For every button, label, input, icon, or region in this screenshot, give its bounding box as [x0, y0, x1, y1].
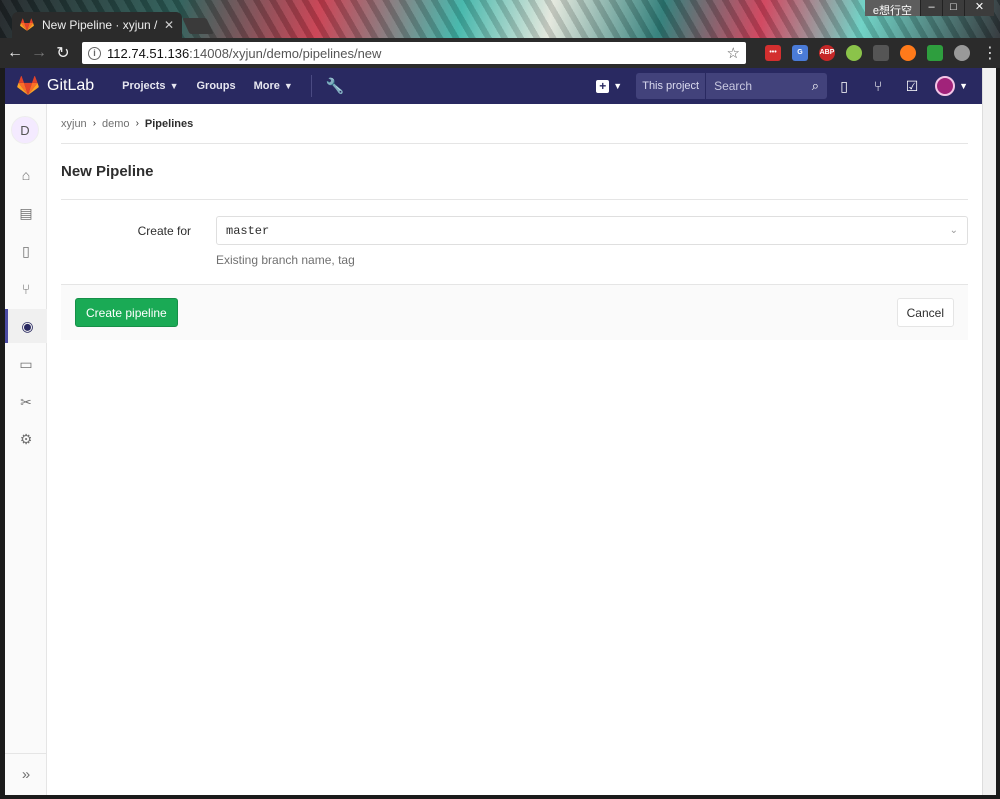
breadcrumb: xyjun › demo › Pipelines	[61, 104, 968, 144]
issues-icon: ▯	[22, 242, 30, 259]
breadcrumb-item-project[interactable]: demo	[102, 118, 130, 130]
chevron-right-icon: ›	[92, 118, 97, 129]
forward-arrow-icon[interactable]: →	[28, 42, 50, 64]
sidebar-item-repository[interactable]: ▤	[5, 196, 47, 230]
gitlab-home-link[interactable]: GitLab	[17, 76, 94, 96]
extension-download-icon[interactable]	[927, 45, 943, 61]
search-icon[interactable]: ⌕	[812, 78, 819, 94]
double-chevron-right-icon: »	[21, 766, 31, 783]
search-input[interactable]	[714, 79, 805, 93]
page-body: D ⌂ ▤ ▯ ⑂ ◉ ▭ ✂ ⚙ » xyjun › demo › Pipel…	[5, 104, 982, 795]
gitlab-favicon-icon	[20, 18, 34, 31]
bookmark-star-icon[interactable]: ☆	[727, 44, 740, 62]
url-host: 112.74.51.136	[107, 45, 190, 61]
url-path: :14008/xyjun/demo/pipelines/new	[189, 45, 382, 61]
project-avatar[interactable]: D	[11, 116, 39, 144]
home-icon: ⌂	[21, 167, 31, 183]
plus-icon: +	[596, 79, 610, 93]
rocket-icon: ◉	[21, 317, 34, 334]
nav-more[interactable]: More ▼	[254, 80, 293, 92]
maximize-icon[interactable]: □	[942, 0, 964, 16]
extension-translate-icon[interactable]: G	[792, 45, 808, 61]
sidebar-item-settings[interactable]: ⚙	[5, 422, 47, 456]
extension-green-circle-icon[interactable]	[846, 45, 862, 61]
sidebar-collapse-button[interactable]: »	[5, 753, 47, 795]
chevron-down-icon: ▼	[613, 81, 623, 91]
create-for-label: Create for	[137, 224, 191, 238]
sidebar-item-overview[interactable]: ⌂	[5, 158, 47, 192]
window-close-icon[interactable]: ✕	[964, 0, 994, 16]
scissors-icon: ✂	[20, 393, 32, 410]
user-avatar[interactable]	[935, 76, 956, 96]
tab-close-icon[interactable]: ✕	[164, 18, 174, 32]
ref-selected-value: master	[226, 223, 270, 238]
chevron-right-icon: ›	[135, 118, 139, 129]
create-pipeline-button[interactable]: Create pipeline	[75, 298, 178, 327]
new-dropdown-button[interactable]: + ▼	[596, 79, 626, 93]
sidebar-item-merge-requests[interactable]: ⑂	[5, 272, 47, 306]
ref-dropdown[interactable]: master ⌄	[216, 216, 968, 245]
extension-glasses-icon[interactable]	[873, 45, 889, 61]
project-sidebar: D ⌂ ▤ ▯ ⑂ ◉ ▭ ✂ ⚙ »	[5, 104, 47, 795]
merge-request-icon: ⑂	[21, 281, 31, 297]
extensions-bar: ••• G ABP	[754, 45, 970, 61]
search-box[interactable]: ⌕	[705, 73, 828, 99]
gear-icon: ⚙	[19, 430, 33, 447]
extension-dots-icon[interactable]: •••	[765, 45, 781, 61]
sidebar-item-snippets[interactable]: ✂	[5, 385, 47, 419]
extension-orange-icon[interactable]	[900, 45, 916, 61]
reload-icon[interactable]: ↻	[52, 42, 74, 64]
merge-requests-icon[interactable]: ⑂	[861, 78, 895, 94]
header-divider	[310, 75, 312, 97]
nav-projects[interactable]: Projects ▼	[122, 80, 178, 92]
address-bar[interactable]: i 112.74.51.136:14008/xyjun/demo/pipelin…	[82, 42, 746, 64]
page-title: New Pipeline	[61, 144, 968, 200]
gitlab-brand: GitLab	[47, 77, 95, 94]
browser-user-badge[interactable]: e想行空	[864, 0, 920, 17]
chevron-down-icon: ⌄	[949, 225, 958, 236]
chevron-down-icon[interactable]: ▼	[959, 81, 968, 91]
form-actions: Create pipeline Cancel	[61, 284, 968, 340]
search-scope-badge[interactable]: This project	[636, 73, 706, 99]
main-content: xyjun › demo › Pipelines New Pipeline Cr…	[61, 104, 968, 340]
header-nav: Projects ▼ Groups More ▼	[122, 80, 311, 92]
sidebar-item-pipelines[interactable]: ◉	[5, 309, 47, 343]
chevron-down-icon: ▼	[283, 81, 293, 91]
admin-wrench-icon[interactable]: 🔧	[326, 77, 345, 95]
minimize-icon[interactable]: –	[920, 0, 942, 16]
sidebar-item-issues[interactable]: ▯	[5, 234, 47, 268]
nav-more-label: More	[253, 80, 280, 92]
nav-groups-label: Groups	[196, 80, 236, 92]
ref-help-text: Existing branch name, tag	[216, 253, 355, 267]
extension-adblock-icon[interactable]: ABP	[819, 45, 835, 61]
cancel-button[interactable]: Cancel	[896, 298, 954, 327]
todos-check-icon[interactable]: ☑	[895, 78, 929, 95]
breadcrumb-item-current[interactable]: Pipelines	[145, 118, 193, 130]
browser-toolbar: ← → ↻ i 112.74.51.136:14008/xyjun/demo/p…	[0, 38, 1000, 68]
header-right: + ▼ This project ⌕ ▯ ⑂ ☑ ▼	[596, 68, 982, 104]
nav-groups[interactable]: Groups	[196, 80, 235, 92]
browser-tab[interactable]: New Pipeline · xyjun / d ✕	[12, 12, 182, 38]
book-icon: ▭	[19, 355, 33, 372]
window-controls: e想行空 – □ ✕	[864, 0, 994, 17]
page-scrollbar[interactable]	[982, 68, 996, 795]
create-for-row: Create for master ⌄ Existing branch name…	[61, 200, 968, 284]
chevron-down-icon: ▼	[169, 81, 179, 91]
sidebar-item-wiki[interactable]: ▭	[5, 347, 47, 381]
back-arrow-icon[interactable]: ←	[4, 42, 26, 64]
document-icon: ▤	[19, 204, 33, 221]
gitlab-logo-icon	[17, 76, 39, 96]
tab-title: New Pipeline · xyjun / d	[42, 18, 158, 32]
browser-menu-icon[interactable]: ⋮	[982, 43, 998, 63]
site-info-icon[interactable]: i	[88, 46, 101, 60]
nav-projects-label: Projects	[122, 80, 166, 92]
issues-icon[interactable]: ▯	[827, 78, 861, 95]
breadcrumb-item-namespace[interactable]: xyjun	[61, 118, 87, 130]
gitlab-header: GitLab Projects ▼ Groups More ▼ 🔧 + ▼ This…	[5, 68, 982, 104]
extension-cloud-icon[interactable]	[954, 45, 970, 61]
